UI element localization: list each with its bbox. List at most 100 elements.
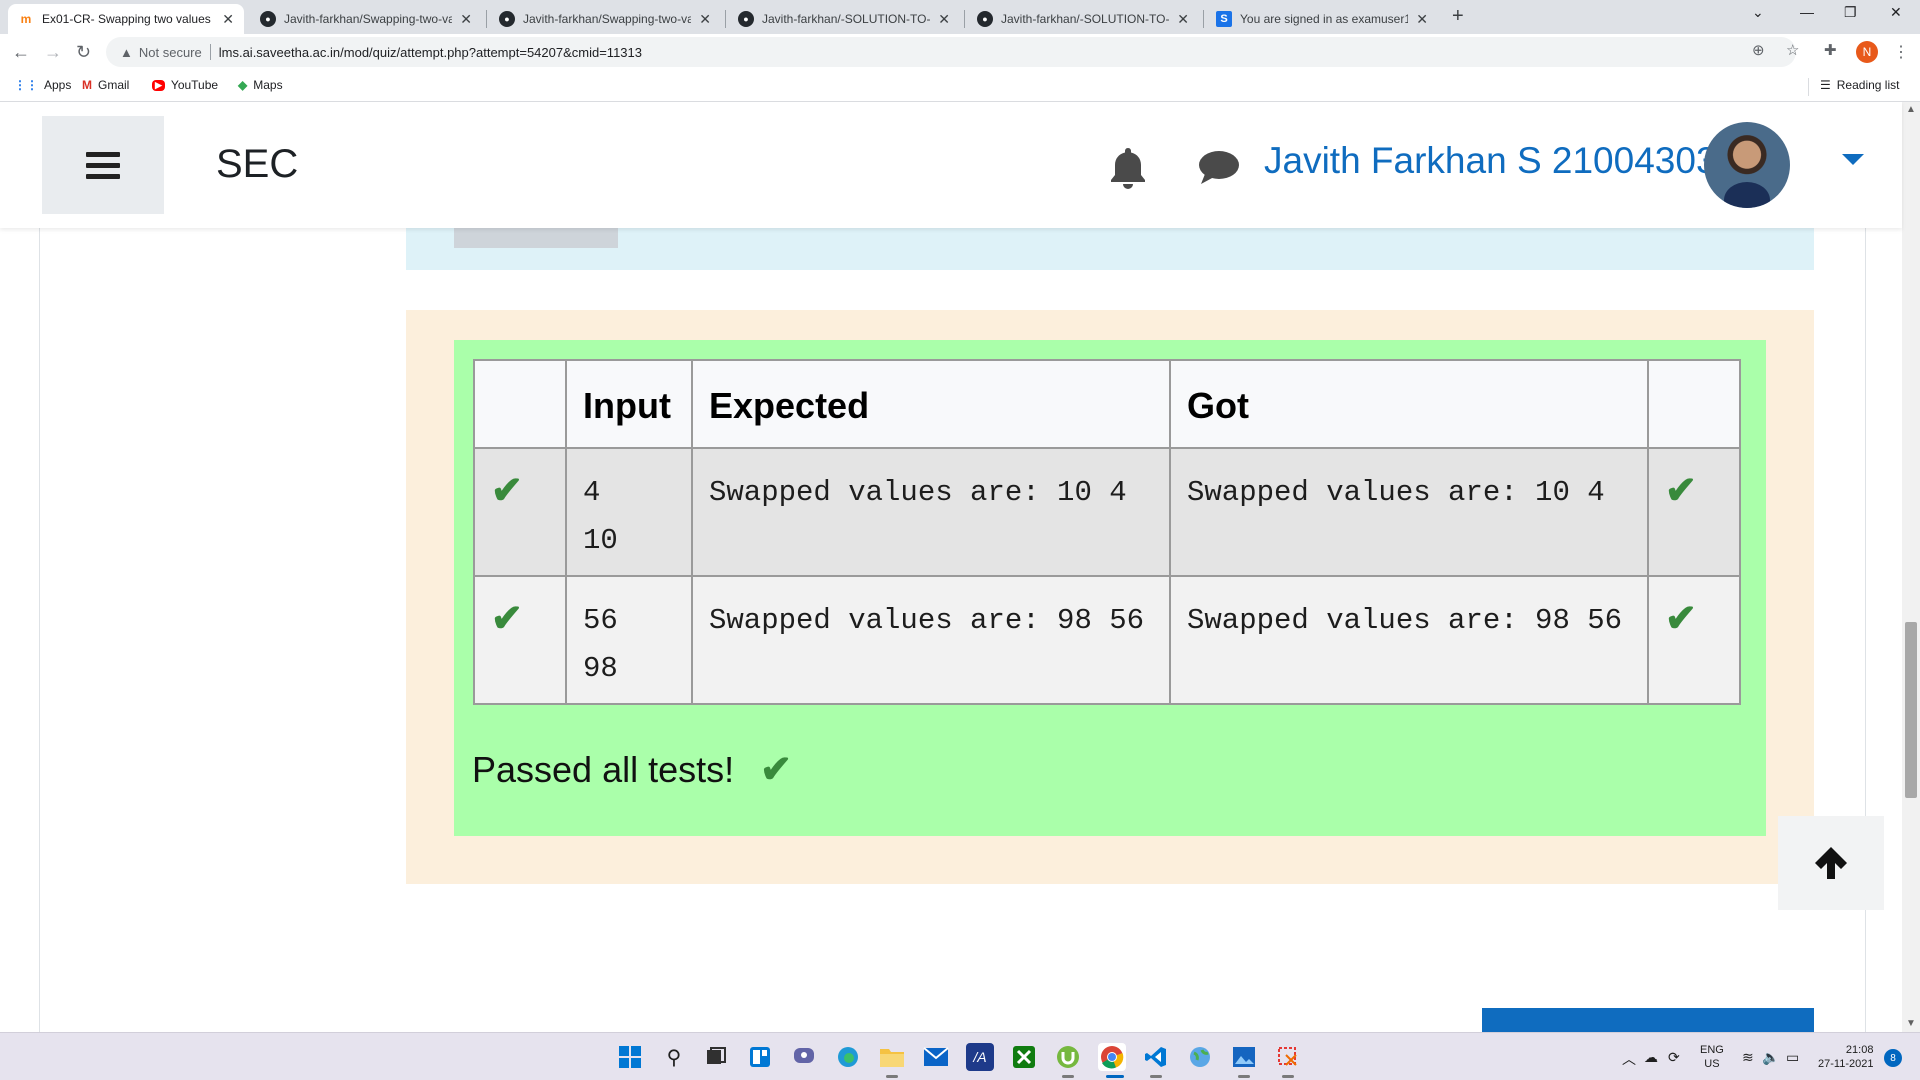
task-view-icon[interactable] (702, 1043, 730, 1071)
check-icon: ✔ (1665, 598, 1697, 640)
wifi-icon[interactable]: ≋ (1742, 1049, 1754, 1066)
bookmark-label: Apps (44, 78, 72, 92)
powerapps-icon[interactable]: /A (966, 1043, 994, 1071)
minimize-button[interactable]: — (1800, 4, 1814, 20)
table-row: ✔ 4 10 Swapped values are: 10 4 Swapped … (473, 447, 1741, 577)
site-brand[interactable]: SEC (216, 142, 298, 187)
github-icon: ● (977, 11, 993, 27)
hamburger-line (86, 173, 120, 179)
url-text[interactable]: lms.ai.saveetha.ac.in/mod/quiz/attempt.p… (219, 45, 642, 60)
page-scrollbar[interactable]: ▲ ▼ (1902, 102, 1920, 1032)
xbox-icon[interactable] (1010, 1043, 1038, 1071)
globe-app-icon[interactable] (1186, 1043, 1214, 1071)
nav-drawer-toggle[interactable] (42, 116, 164, 214)
input-value: 4 10 (583, 476, 618, 557)
teams-chat-icon[interactable] (790, 1043, 818, 1071)
bookmarks-bar: ⋮⋮ Apps M Gmail ▶ YouTube ◆ Maps ☰ Readi… (0, 70, 1920, 102)
volume-icon[interactable]: 🔈 (1762, 1049, 1779, 1066)
widgets-icon[interactable] (746, 1043, 774, 1071)
close-icon[interactable]: ✕ (699, 11, 711, 28)
active-app-indicator (1106, 1075, 1124, 1078)
bookmark-youtube[interactable]: ▶ YouTube (152, 78, 218, 92)
running-indicator (1062, 1075, 1074, 1078)
sync-icon[interactable]: ⟳ (1668, 1049, 1680, 1066)
expected-value: Swapped values are: 10 4 (709, 476, 1127, 509)
tab-divider (725, 10, 726, 28)
forward-button[interactable]: → (44, 42, 62, 63)
check-icon: ✔ (491, 470, 523, 512)
browser-menu-icon[interactable]: ⋮ (1893, 42, 1909, 62)
new-tab-button[interactable]: + (1452, 5, 1464, 28)
tab-github-3[interactable]: ● Javith-farkhan/-SOLUTION-TO-A ✕ (728, 4, 960, 34)
snipping-tool-icon[interactable] (1274, 1043, 1302, 1071)
bookmark-star-icon[interactable]: ☆ (1786, 41, 1799, 59)
bookmark-gmail[interactable]: M Gmail (82, 78, 129, 92)
battery-icon[interactable]: ▭ (1786, 1049, 1799, 1066)
bookmark-maps[interactable]: ◆ Maps (238, 78, 283, 92)
column-header (1647, 359, 1741, 449)
close-icon[interactable]: ✕ (222, 11, 234, 28)
file-explorer-icon[interactable] (878, 1043, 906, 1071)
profile-avatar[interactable]: N (1856, 41, 1878, 63)
tab-github-1[interactable]: ● Javith-farkhan/Swapping-two-va ✕ (250, 4, 482, 34)
back-button[interactable]: ← (12, 42, 30, 63)
close-icon[interactable]: ✕ (1416, 11, 1428, 28)
utorrent-icon[interactable] (1054, 1043, 1082, 1071)
s-icon: S (1216, 11, 1232, 27)
photos-icon[interactable] (1230, 1043, 1258, 1071)
user-menu-caret-icon[interactable] (1842, 154, 1864, 165)
github-icon: ● (738, 11, 754, 27)
tab-search-icon[interactable]: ⌄ (1752, 4, 1764, 21)
show-hidden-icons-icon[interactable]: ︿ (1622, 1049, 1636, 1069)
address-bar[interactable]: ▲ Not secure lms.ai.saveetha.ac.in/mod/q… (106, 37, 1796, 67)
windows-start-icon[interactable] (616, 1043, 644, 1071)
user-name[interactable]: Javith Farkhan S 21004303 (1264, 140, 1717, 182)
search-icon[interactable]: ⚲ (660, 1043, 688, 1071)
bookmark-apps[interactable]: ⋮⋮ Apps (14, 78, 71, 92)
restore-button[interactable]: ❐ (1844, 4, 1857, 21)
user-avatar[interactable] (1704, 122, 1790, 208)
system-clock[interactable]: 21:08 27-11-2021 (1818, 1043, 1873, 1071)
close-icon[interactable]: ✕ (938, 11, 950, 28)
security-label[interactable]: Not secure (139, 45, 202, 60)
language-code: ENG (1700, 1044, 1724, 1056)
edge-icon[interactable] (834, 1043, 862, 1071)
close-icon[interactable]: ✕ (460, 11, 472, 28)
mail-icon[interactable] (922, 1043, 950, 1071)
bell-icon[interactable] (1106, 144, 1150, 190)
onedrive-icon[interactable]: ☁ (1644, 1049, 1658, 1066)
tab-divider (486, 10, 487, 28)
reading-list-button[interactable]: ☰ Reading list (1820, 78, 1899, 92)
check-button[interactable] (454, 228, 618, 248)
reload-button[interactable]: ↻ (76, 42, 91, 63)
tab-divider (1203, 10, 1204, 28)
tab-quiz[interactable]: m Ex01-CR- Swapping two values ✕ (8, 4, 244, 34)
tab-github-4[interactable]: ● Javith-farkhan/-SOLUTION-TO-A ✕ (967, 4, 1199, 34)
close-icon[interactable]: ✕ (1177, 11, 1189, 28)
tab-github-2[interactable]: ● Javith-farkhan/Swapping-two-va ✕ (489, 4, 721, 34)
moodle-icon: m (20, 12, 32, 26)
message-icon[interactable] (1196, 148, 1242, 188)
extensions-icon[interactable]: ✚ (1824, 41, 1837, 59)
chrome-icon[interactable] (1098, 1043, 1126, 1071)
scrollbar-thumb[interactable] (1905, 622, 1917, 798)
table-header-row: Input Expected Got (473, 359, 1741, 449)
expected-cell: Swapped values are: 98 56 (691, 575, 1171, 705)
check-icon: ✔ (491, 598, 523, 640)
back-to-top-button[interactable] (1778, 816, 1884, 910)
scroll-down-icon[interactable]: ▼ (1906, 1018, 1916, 1029)
vscode-icon[interactable] (1142, 1043, 1170, 1071)
zoom-icon[interactable]: ⊕ (1752, 41, 1765, 59)
column-header: Got (1169, 359, 1649, 449)
next-page-button[interactable] (1482, 1008, 1814, 1032)
input-language[interactable]: ENG US (1700, 1043, 1724, 1071)
check-icon: ✔ (760, 749, 792, 791)
tab-title: Javith-farkhan/-SOLUTION-TO-A (1001, 12, 1170, 26)
apps-grid-icon: ⋮⋮ (14, 78, 38, 92)
close-window-button[interactable]: ✕ (1890, 4, 1902, 21)
clock-date: 27-11-2021 (1818, 1058, 1874, 1070)
notification-badge[interactable]: 8 (1884, 1049, 1902, 1067)
tab-signed-in[interactable]: S You are signed in as examuser12 ✕ (1206, 4, 1438, 34)
scroll-up-icon[interactable]: ▲ (1906, 104, 1916, 115)
got-cell: Swapped values are: 10 4 (1169, 447, 1649, 577)
